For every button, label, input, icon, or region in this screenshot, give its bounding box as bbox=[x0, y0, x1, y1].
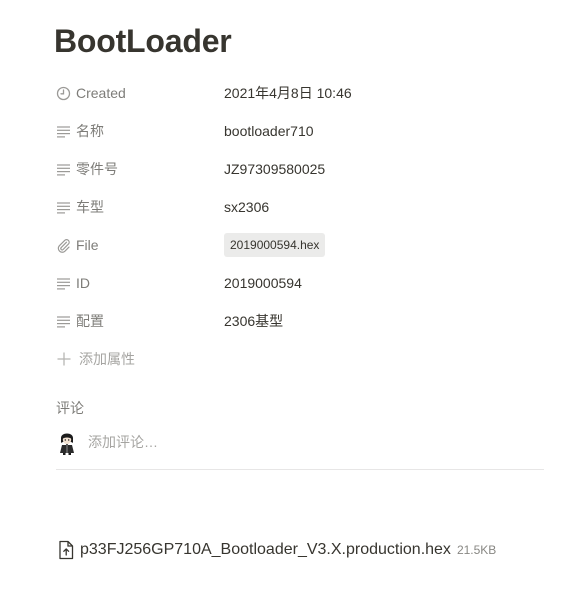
property-name-id[interactable]: ID bbox=[56, 268, 216, 298]
file-chip[interactable]: 2019000594.hex bbox=[224, 233, 326, 257]
clock-icon bbox=[56, 86, 71, 101]
property-row-created: Created 2021年4月8日 10:46 bbox=[56, 78, 546, 108]
property-row-part-number: 零件号 JZ97309580025 bbox=[56, 154, 546, 184]
property-name-created[interactable]: Created bbox=[56, 78, 216, 108]
property-value-part-number[interactable]: JZ97309580025 bbox=[224, 154, 325, 184]
property-name-config[interactable]: 配置 bbox=[56, 306, 216, 336]
property-label: Created bbox=[76, 85, 126, 101]
text-lines-icon bbox=[56, 200, 71, 215]
text-lines-icon bbox=[56, 162, 71, 177]
text-lines-icon bbox=[56, 276, 71, 291]
property-label: 零件号 bbox=[76, 161, 118, 177]
property-label: ID bbox=[76, 275, 90, 291]
attachment-size: 21.5KB bbox=[456, 543, 497, 557]
property-value-vehicle-model[interactable]: sx2306 bbox=[224, 192, 269, 222]
property-label: 配置 bbox=[76, 313, 104, 329]
text-lines-icon bbox=[56, 124, 71, 139]
comments-label: 评论 bbox=[56, 400, 84, 416]
property-value-file: 2019000594.hex bbox=[224, 230, 326, 260]
text-lines-icon bbox=[56, 314, 71, 329]
comment-composer bbox=[56, 428, 544, 456]
add-property-button[interactable]: 添加属性 bbox=[56, 344, 135, 374]
property-row-config: 配置 2306基型 bbox=[56, 306, 546, 336]
property-name-name[interactable]: 名称 bbox=[56, 116, 216, 146]
property-row-vehicle-model: 车型 sx2306 bbox=[56, 192, 546, 222]
property-value-id[interactable]: 2019000594 bbox=[224, 268, 302, 298]
property-row-file: File 2019000594.hex bbox=[56, 230, 546, 260]
property-name-file[interactable]: File bbox=[56, 230, 216, 260]
property-label: File bbox=[76, 237, 99, 253]
add-property-label: 添加属性 bbox=[79, 351, 135, 367]
property-name-vehicle-model[interactable]: 车型 bbox=[56, 192, 216, 222]
plus-icon bbox=[56, 351, 72, 367]
page-title[interactable]: BootLoader bbox=[54, 20, 232, 62]
property-value-created[interactable]: 2021年4月8日 10:46 bbox=[224, 78, 352, 108]
property-value-name[interactable]: bootloader710 bbox=[224, 116, 314, 146]
attachment-file[interactable]: p33FJ256GP710A_Bootloader_V3.X.productio… bbox=[57, 538, 496, 562]
user-avatar-icon bbox=[56, 429, 78, 455]
property-name-part-number[interactable]: 零件号 bbox=[56, 154, 216, 184]
divider bbox=[56, 469, 544, 470]
attachment-name: p33FJ256GP710A_Bootloader_V3.X.productio… bbox=[80, 541, 451, 558]
property-row-id: ID 2019000594 bbox=[56, 268, 546, 298]
file-upload-icon bbox=[57, 540, 75, 560]
paperclip-icon bbox=[56, 238, 71, 253]
property-label: 名称 bbox=[76, 123, 104, 139]
property-value-config[interactable]: 2306基型 bbox=[224, 306, 283, 336]
comment-input[interactable] bbox=[88, 434, 388, 450]
property-row-name: 名称 bootloader710 bbox=[56, 116, 546, 146]
property-label: 车型 bbox=[76, 199, 104, 215]
